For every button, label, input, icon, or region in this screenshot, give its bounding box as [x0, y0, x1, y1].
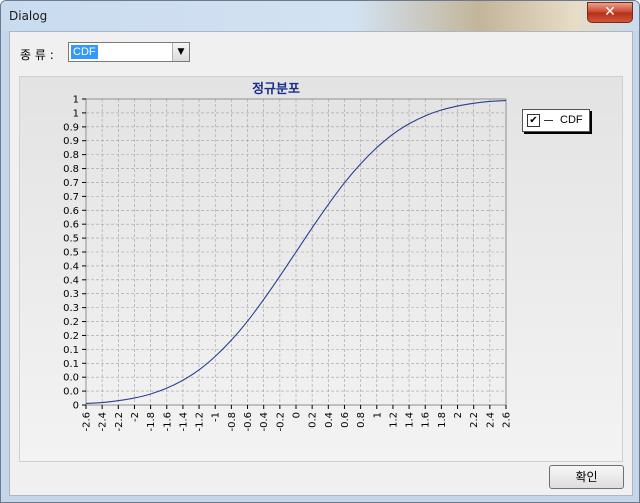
y-tick-label: 0.2 — [63, 331, 79, 342]
close-button[interactable]: ✕ — [587, 2, 633, 23]
y-tick-label: 0.8 — [63, 150, 79, 161]
y-tick-label: 0.6 — [63, 206, 79, 217]
dialog-window: Dialog ✕ 종 류 : CDF ▼ 정규분포 0 0.0 0.0 0.1 0.1 0… — [0, 0, 640, 503]
y-tick-label: 0.6 — [63, 220, 79, 231]
x-tick-label: -2.6 — [82, 412, 93, 432]
x-tick-label: 1.8 — [437, 412, 448, 428]
y-tick-label: 0.3 — [63, 289, 79, 300]
y-tick-label: 1 — [73, 108, 79, 119]
y-tick-label: 0.1 — [63, 345, 79, 356]
x-tick-label: 1.4 — [405, 412, 416, 428]
kind-dropdown[interactable]: CDF ▼ — [68, 42, 190, 62]
title-bar[interactable]: Dialog ✕ — [1, 1, 639, 31]
y-tick-label: 0.9 — [63, 136, 79, 147]
y-tick-label: 0.7 — [63, 178, 79, 189]
x-tick-label: -2 — [130, 412, 141, 422]
chart-svg: 정규분포 0 0.0 0.0 0.1 0.1 0.2 0.2 0.3 0.3 0.4 0.4 0.5 0… — [63, 81, 513, 432]
window-title: Dialog — [9, 9, 48, 23]
ok-button[interactable]: 확인 — [549, 465, 624, 489]
y-tick-label: 0.2 — [63, 317, 79, 328]
x-tick-label: 0.6 — [340, 412, 351, 428]
x-tick-label: 0.2 — [308, 412, 319, 428]
x-tick-label: 2.4 — [485, 412, 496, 428]
y-tick-label: 0.4 — [63, 261, 79, 272]
kind-dropdown-value: CDF — [71, 45, 98, 59]
x-tick-label: -1.4 — [178, 412, 189, 432]
y-tick-label: 0.1 — [63, 359, 79, 370]
x-tick-label: 1.6 — [421, 412, 432, 428]
x-tick-label: -0.6 — [243, 412, 254, 432]
y-tick-label: 0.7 — [63, 192, 79, 203]
x-tick-label: -2.2 — [114, 412, 125, 432]
chart-panel: 정규분포 0 0.0 0.0 0.1 0.1 0.2 0.2 0.3 0.3 0.4 0.4 0.5 0… — [19, 76, 623, 462]
chart-title: 정규분포 — [252, 81, 300, 97]
y-tick-label: 0.3 — [63, 303, 79, 314]
y-tick-label: 0 — [73, 401, 79, 412]
x-tick-label: -0.2 — [275, 412, 286, 432]
x-tick-label: 0 — [292, 412, 303, 418]
x-tick-label: -1.6 — [162, 412, 173, 432]
x-tick-label: 2.6 — [502, 412, 513, 428]
y-tick-label: 0.9 — [63, 122, 79, 133]
x-tick-label: 2.2 — [469, 412, 480, 428]
dialog-client-area: 종 류 : CDF ▼ 정규분포 0 0.0 0.0 0.1 0.1 0.2 0.2 0.3 0… — [9, 31, 633, 496]
y-tick-label: 0.8 — [63, 164, 79, 175]
dropdown-arrow-icon[interactable]: ▼ — [172, 43, 189, 61]
x-tick-label: 0.8 — [356, 412, 367, 428]
y-tick-label: 0.4 — [63, 275, 79, 286]
y-tick-label: 0.0 — [63, 373, 79, 384]
legend-label-cdf: CDF — [560, 114, 583, 126]
legend-line-icon — [544, 120, 553, 121]
y-tick-label: 1 — [73, 95, 79, 106]
x-tick-label: 1.2 — [388, 412, 399, 428]
x-tick-label: 0.4 — [324, 412, 335, 428]
x-tick-label: 1 — [372, 412, 383, 418]
x-tick-label: -1.8 — [146, 412, 157, 432]
x-tick-label: -1.2 — [195, 412, 206, 432]
y-tick-label: 0.0 — [63, 387, 79, 398]
chart-legend[interactable]: ✔ CDF — [522, 109, 590, 132]
x-tick-label: -1 — [211, 412, 222, 422]
y-tick-label: 0.5 — [63, 248, 79, 259]
x-tick-label: -0.8 — [227, 412, 238, 432]
x-tick-label: -2.4 — [98, 412, 109, 432]
kind-label: 종 류 : — [20, 48, 54, 62]
legend-checkbox[interactable]: ✔ — [527, 114, 540, 127]
x-tick-label: 2 — [453, 412, 464, 418]
x-tick-label: -0.4 — [259, 412, 270, 432]
y-tick-label: 0.5 — [63, 234, 79, 245]
